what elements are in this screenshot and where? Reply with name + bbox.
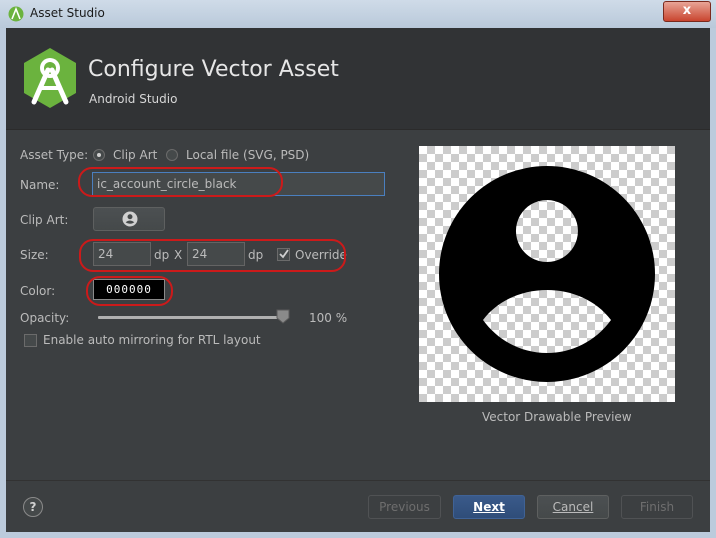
window-title: Asset Studio xyxy=(30,6,105,20)
clip-art-button[interactable] xyxy=(93,207,165,231)
opacity-value: 100 % xyxy=(309,311,348,325)
footer-divider xyxy=(6,480,710,481)
color-highlight-oval xyxy=(86,276,173,306)
color-label: Color: xyxy=(20,284,56,298)
android-studio-logo-icon xyxy=(24,48,76,108)
dialog-title: Configure Vector Asset xyxy=(88,57,339,82)
opacity-slider-track[interactable] xyxy=(98,316,285,319)
name-label: Name: xyxy=(20,178,60,192)
rtl-mirroring-checkbox[interactable] xyxy=(24,334,37,347)
help-button[interactable]: ? xyxy=(23,497,43,517)
size-label: Size: xyxy=(20,248,49,262)
vector-preview-canvas xyxy=(419,146,675,402)
opacity-slider-thumb[interactable] xyxy=(276,309,290,324)
previous-button[interactable]: Previous xyxy=(368,495,441,519)
opacity-label: Opacity: xyxy=(20,311,70,325)
clip-art-radio[interactable] xyxy=(93,149,105,161)
rtl-mirroring-label[interactable]: Enable auto mirroring for RTL layout xyxy=(43,333,261,347)
dialog-subtitle: Android Studio xyxy=(89,92,178,106)
android-studio-icon xyxy=(8,6,24,22)
account-circle-icon xyxy=(439,166,655,382)
clip-art-label: Clip Art: xyxy=(20,213,69,227)
close-button[interactable]: x xyxy=(663,1,711,22)
clip-art-radio-label[interactable]: Clip Art xyxy=(113,148,157,162)
preview-caption: Vector Drawable Preview xyxy=(482,410,632,424)
dialog-header: Configure Vector Asset Android Studio xyxy=(6,28,710,130)
next-button[interactable]: Next xyxy=(453,495,525,519)
size-highlight-oval xyxy=(79,239,346,272)
local-file-radio[interactable] xyxy=(166,149,178,161)
finish-button[interactable]: Finish xyxy=(621,495,693,519)
name-highlight-oval xyxy=(78,167,283,197)
local-file-radio-label[interactable]: Local file (SVG, PSD) xyxy=(186,148,309,162)
cancel-button[interactable]: Cancel xyxy=(537,495,609,519)
account-circle-icon xyxy=(122,211,138,227)
asset-type-label: Asset Type: xyxy=(20,148,89,162)
window-title-bar: Asset Studio xyxy=(0,0,716,29)
